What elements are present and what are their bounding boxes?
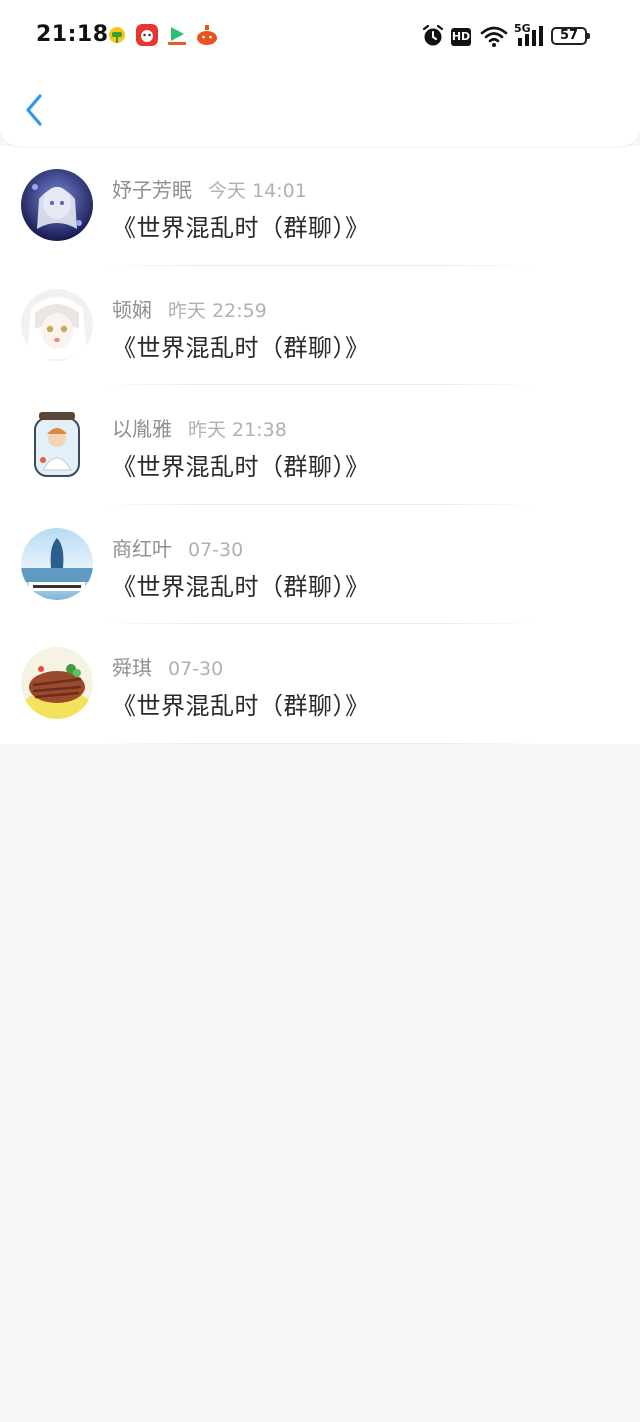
sender-name: 顿娴 [112,297,152,322]
message-text: 《世界混乱时（群聊）》 [112,333,370,362]
message-text: 《世界混乱时（群聊）》 [112,572,370,601]
app-notification-icon [197,25,217,45]
alarm-icon [422,24,444,46]
hd-badge: HD [451,28,471,46]
message-time: 07-30 [188,538,244,561]
message-header: 妤子芳眠 今天 14:01 [112,174,307,203]
message-time: 今天 14:01 [208,180,307,202]
sender-name: 商红叶 [112,536,172,561]
divider [100,742,540,744]
back-button[interactable] [18,90,54,130]
message-text: 《世界混乱时（群聊）》 [112,453,370,482]
message-header: 顿娴 昨天 22:59 [112,294,267,323]
avatar [21,408,93,481]
avatar [21,288,93,361]
sender-name: 舜琪 [112,656,152,681]
avatar [21,169,93,241]
avatar [21,647,93,720]
list-item[interactable]: 以胤雅 昨天 21:38 《世界混乱时（群聊）》 [0,385,640,505]
message-list: 妤子芳眠 今天 14:01 《世界混乱时（群聊）》 顿娴 昨天 22:59 《世界混… [0,146,640,744]
signal-icon [518,26,543,46]
message-text: 《世界混乱时（群聊）》 [112,692,370,721]
chevron-left-icon [26,94,42,126]
message-time: 07-30 [168,658,224,681]
battery-indicator: 57 [551,27,590,45]
message-header: 以胤雅 昨天 21:38 [112,413,287,442]
app-notification-icon [168,27,186,45]
app-notification-icon [136,24,158,46]
sender-name: 妤子芳眠 [112,178,192,202]
app-notification-icon [109,27,125,43]
header: 21:18 HD 5G 57 [0,0,640,146]
list-item[interactable]: 舜琪 07-30 《世界混乱时（群聊）》 [0,624,640,744]
status-time: 21:18 [36,22,109,47]
avatar [21,527,93,600]
sender-name: 以胤雅 [112,417,172,442]
message-header: 商红叶 07-30 [112,533,243,562]
message-time: 昨天 22:59 [168,299,267,322]
wifi-icon [480,26,508,47]
status-bar: 21:18 HD 5G 57 [0,0,640,72]
list-item[interactable]: 商红叶 07-30 《世界混乱时（群聊）》 [0,505,640,625]
message-header: 舜琪 07-30 [112,652,223,681]
list-item[interactable]: 妤子芳眠 今天 14:01 《世界混乱时（群聊）》 [0,146,640,266]
message-text: 《世界混乱时（群聊）》 [112,214,370,242]
list-item[interactable]: 顿娴 昨天 22:59 《世界混乱时（群聊）》 [0,266,640,386]
message-time: 昨天 21:38 [188,419,287,442]
